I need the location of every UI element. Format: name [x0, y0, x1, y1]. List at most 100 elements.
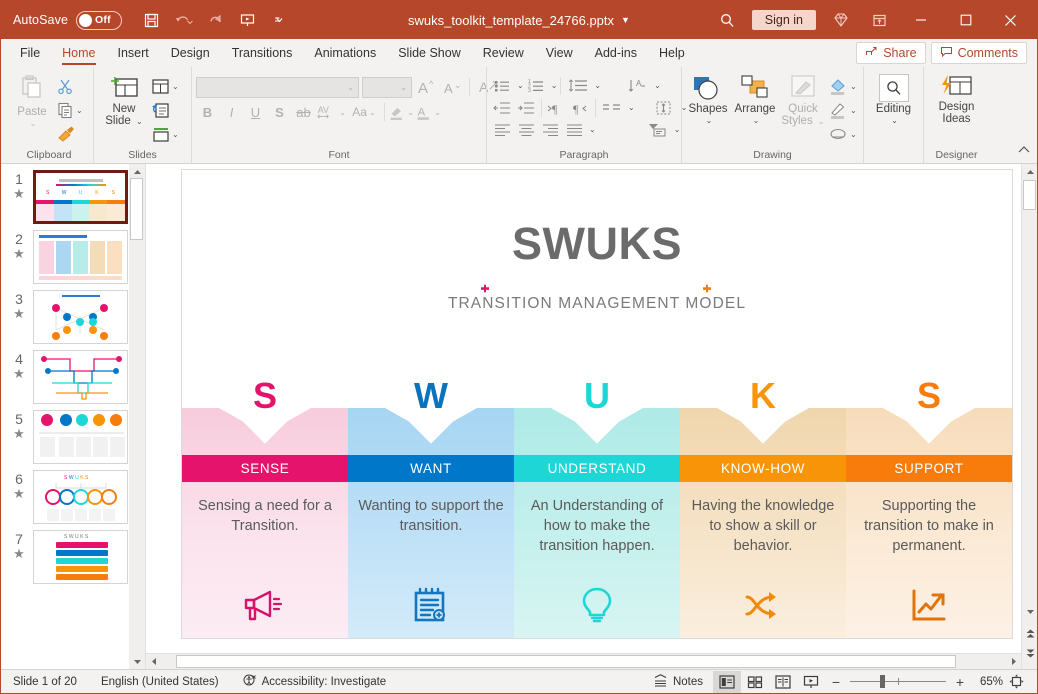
text-direction-button[interactable]: A	[625, 75, 651, 96]
column-want[interactable]: W WANT Wanting to support the transition…	[348, 350, 514, 638]
justify-button[interactable]	[563, 119, 586, 140]
editing-button[interactable]: Editing ⌄	[868, 72, 919, 125]
paste-button[interactable]: Paste ⌄	[9, 72, 55, 128]
list-item[interactable]: 3 ★	[1, 284, 145, 344]
scroll-up-icon[interactable]	[1022, 164, 1037, 180]
ribbon-display-options-icon[interactable]	[860, 5, 898, 35]
copy-chevron-down-icon[interactable]: ⌄	[76, 106, 83, 115]
slide-thumbnail[interactable]	[33, 350, 128, 404]
list-item[interactable]: 4 ★	[1, 344, 145, 404]
shape-outline-button[interactable]: ⌄	[827, 99, 858, 121]
numbering-chevron-down-icon[interactable]: ⌄	[551, 81, 558, 90]
section-button[interactable]: ⌄	[150, 123, 180, 145]
text-direction-chevron-down-icon[interactable]: ⌄	[654, 81, 661, 90]
layout-chevron-down-icon[interactable]: ⌄	[172, 82, 179, 91]
collapse-ribbon-button[interactable]	[1017, 143, 1031, 161]
zoom-out-button[interactable]: −	[829, 674, 843, 690]
save-icon[interactable]	[136, 6, 166, 34]
numbering-button[interactable]: 123	[525, 75, 548, 96]
slide-thumbnail[interactable]: SWUKS	[33, 530, 128, 584]
list-item[interactable]: 2 ★	[1, 224, 145, 284]
tab-animations[interactable]: Animations	[303, 39, 387, 67]
vertical-scrollbar-thumb[interactable]	[1023, 180, 1036, 210]
zoom-slider-track[interactable]	[850, 675, 946, 688]
change-case-button[interactable]: Aa ⌄	[347, 101, 381, 123]
page-title[interactable]: SWUKS	[182, 218, 1012, 270]
list-item[interactable]: 5 ★	[1, 404, 145, 464]
notes-button[interactable]: Notes	[643, 671, 713, 693]
shapes-button[interactable]: Shapes ⌄	[686, 72, 730, 125]
zoom-in-button[interactable]: +	[953, 674, 967, 690]
thumbnail-scrollbar[interactable]	[129, 164, 145, 669]
italic-button[interactable]: I	[220, 101, 243, 123]
fit-to-window-button[interactable]	[1003, 671, 1029, 693]
shape-effects-chevron-down-icon[interactable]: ⌄	[850, 130, 857, 139]
layout-button[interactable]: ⌄	[150, 75, 180, 97]
justify-chevron-down-icon[interactable]: ⌄	[589, 125, 596, 134]
font-size-input[interactable]: ⌄	[362, 76, 412, 98]
redo-icon[interactable]	[200, 6, 230, 34]
next-slide-icon[interactable]	[1022, 645, 1037, 661]
new-slide-button[interactable]: New Slide ⌄	[98, 72, 150, 128]
list-item[interactable]: 7 ★ SWUKS	[1, 524, 145, 584]
bullets-chevron-down-icon[interactable]: ⌄	[517, 81, 524, 90]
character-spacing-button[interactable]: AV ⌄	[316, 101, 346, 123]
quick-styles-button[interactable]: Quick Styles ⌄	[780, 72, 826, 128]
columns-button[interactable]	[599, 97, 625, 118]
bold-button[interactable]: B	[196, 101, 219, 123]
shapes-chevron-down-icon[interactable]: ⌄	[706, 116, 713, 125]
accessibility-checker[interactable]: Accessibility: Investigate	[231, 671, 399, 693]
tab-home[interactable]: Home	[51, 39, 106, 67]
tab-transitions[interactable]: Transitions	[221, 39, 304, 67]
increase-indent-button[interactable]	[515, 97, 538, 118]
customize-qat-icon[interactable]	[264, 6, 294, 34]
column-support[interactable]: S SUPPORT Supporting the transition to m…	[846, 350, 1012, 638]
minimize-button[interactable]	[898, 1, 943, 39]
arrange-chevron-down-icon[interactable]: ⌄	[753, 116, 760, 125]
zoom-slider-knob[interactable]	[880, 675, 885, 688]
scroll-down-icon[interactable]	[1022, 603, 1037, 619]
arrange-button[interactable]: Arrange ⌄	[731, 72, 779, 125]
list-item[interactable]: 6 ★ SWUKS	[1, 464, 145, 524]
scroll-left-icon[interactable]	[146, 654, 162, 670]
underline-button[interactable]: U	[244, 101, 267, 123]
slide-counter[interactable]: Slide 1 of 20	[1, 671, 89, 693]
align-text-button[interactable]	[651, 97, 678, 118]
close-button[interactable]	[988, 1, 1033, 39]
reset-button[interactable]	[150, 99, 180, 121]
sign-in-button[interactable]: Sign in	[751, 10, 816, 30]
tab-view[interactable]: View	[535, 39, 584, 67]
comments-button[interactable]: Comments	[930, 42, 1027, 64]
shape-outline-chevron-down-icon[interactable]: ⌄	[850, 106, 857, 115]
autosave-toggle[interactable]: Off	[76, 10, 123, 30]
search-icon[interactable]	[708, 5, 748, 35]
font-name-input[interactable]: ⌄	[196, 76, 359, 98]
slide-thumbnail[interactable]: S W U K S	[33, 170, 128, 224]
slide-thumbnail[interactable]	[33, 290, 128, 344]
vertical-scrollbar[interactable]	[1021, 164, 1037, 669]
bullets-button[interactable]	[491, 75, 514, 96]
slide-thumbnail[interactable]: SWUKS	[33, 470, 128, 524]
thumbnail-scroll-down-icon[interactable]	[129, 653, 145, 669]
editing-chevron-down-icon[interactable]: ⌄	[891, 116, 898, 125]
language-indicator[interactable]: English (United States)	[89, 671, 231, 693]
strikethrough-button[interactable]: ab	[292, 101, 315, 123]
shape-fill-button[interactable]: ⌄	[827, 75, 858, 97]
ltr-text-direction-button[interactable]: ¶	[545, 97, 568, 118]
thumbnail-scrollbar-thumb[interactable]	[130, 178, 143, 240]
tab-add-ins[interactable]: Add-ins	[584, 39, 648, 67]
previous-slide-icon[interactable]	[1022, 625, 1037, 641]
shape-fill-chevron-down-icon[interactable]: ⌄	[850, 82, 857, 91]
slide-thumbnail[interactable]	[33, 230, 128, 284]
column-know-how[interactable]: K KNOW-HOW Having the knowledge to show …	[680, 350, 846, 638]
increase-font-size-button[interactable]: A ^	[415, 76, 438, 98]
undo-icon[interactable]	[168, 6, 198, 34]
share-button[interactable]: Share	[856, 42, 926, 64]
text-shadow-button[interactable]: S	[268, 101, 291, 123]
columns-chevron-down-icon[interactable]: ⌄	[628, 103, 635, 112]
reading-view-button[interactable]	[769, 671, 797, 693]
tab-slide-show[interactable]: Slide Show	[387, 39, 472, 67]
format-painter-button[interactable]	[55, 123, 84, 145]
text-highlight-color-button[interactable]: ⌄	[388, 101, 414, 123]
tab-file[interactable]: File	[9, 39, 51, 67]
